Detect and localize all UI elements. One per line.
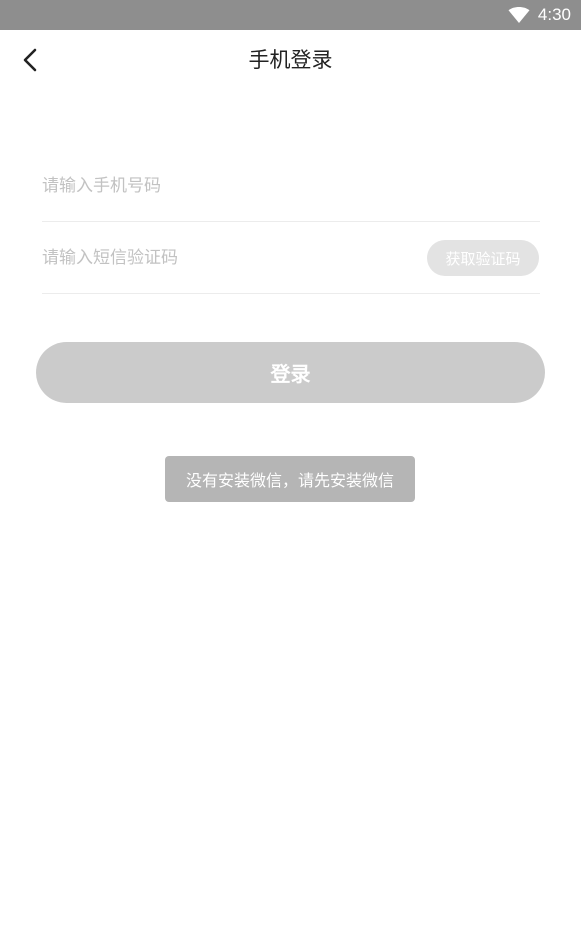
status-bar: 4:30 (0, 0, 581, 30)
login-button[interactable]: 登录 (36, 342, 545, 403)
toast-message: 没有安装微信，请先安装微信 (165, 456, 415, 502)
phone-input[interactable] (42, 166, 540, 206)
page-title: 手机登录 (248, 48, 333, 72)
status-time: 4:30 (537, 5, 571, 24)
login-screen: 4:30 手机登录 获取验证码 登录 没有安装微信，请先安装微信 (0, 0, 581, 930)
phone-field (42, 151, 540, 222)
sms-code-field: 获取验证码 (42, 223, 540, 294)
get-code-button[interactable]: 获取验证码 (427, 240, 539, 276)
sms-code-input[interactable] (42, 238, 427, 278)
status-indicators: 4:30 (508, 0, 571, 30)
header: 手机登录 (0, 30, 581, 90)
wifi-icon (508, 7, 530, 23)
